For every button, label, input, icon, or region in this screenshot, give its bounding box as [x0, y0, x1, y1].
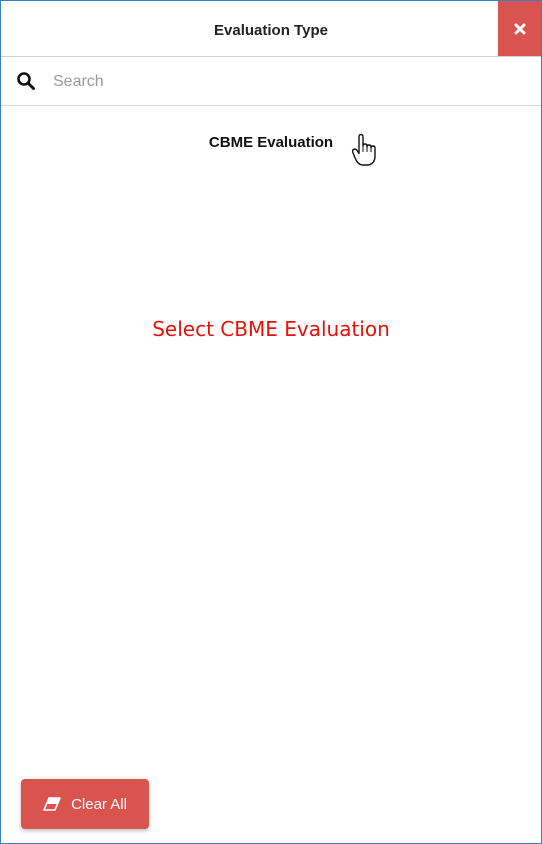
- close-icon: [514, 23, 525, 34]
- hand-pointer-cursor-icon: [351, 133, 376, 166]
- close-button[interactable]: [498, 1, 541, 56]
- dialog-title: Evaluation Type: [214, 22, 328, 39]
- instruction-text: Select CBME Evaluation: [152, 317, 390, 341]
- search-bar: [1, 57, 541, 106]
- search-icon: [17, 72, 35, 90]
- clear-all-button[interactable]: Clear All: [21, 779, 149, 829]
- dialog-header: Evaluation Type: [1, 1, 541, 57]
- option-label: CBME Evaluation: [208, 134, 334, 151]
- search-input[interactable]: [51, 67, 525, 97]
- evaluation-type-dialog: Evaluation Type CBME Evaluation Select C…: [0, 0, 542, 844]
- option-cbme-evaluation[interactable]: CBME Evaluation: [1, 128, 541, 158]
- eraser-icon: [43, 797, 61, 811]
- clear-all-label: Clear All: [71, 795, 127, 813]
